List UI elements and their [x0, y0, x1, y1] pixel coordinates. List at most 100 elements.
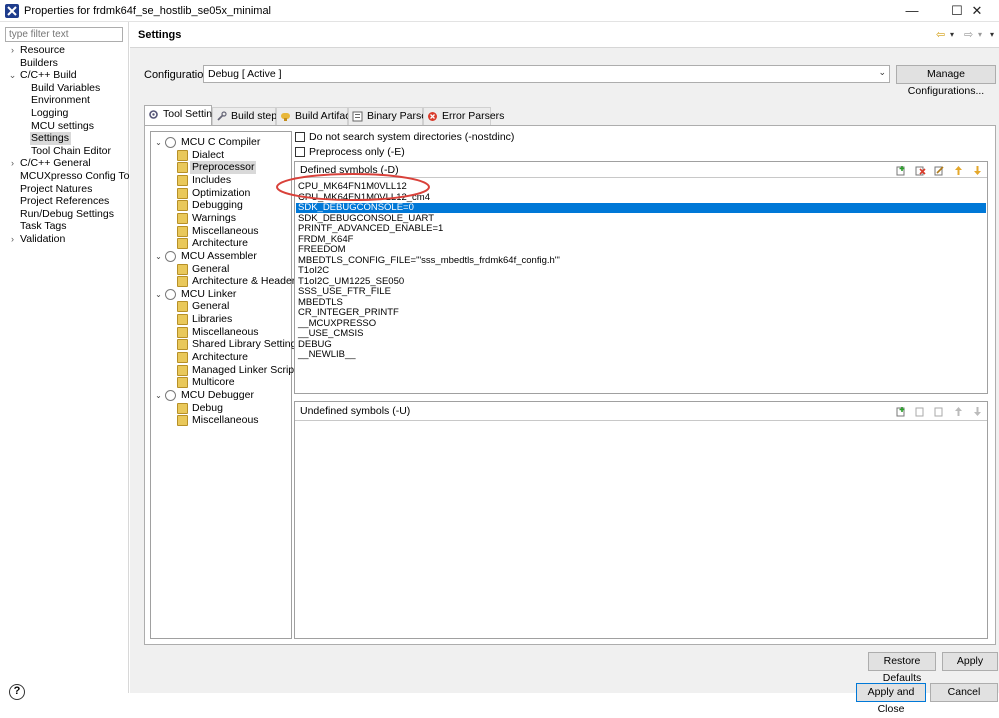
- symbol-item[interactable]: __USE_CMSIS: [296, 329, 986, 339]
- expanded-twisty-icon[interactable]: ⌄: [8, 69, 17, 82]
- symbol-item[interactable]: FRDM_K64F: [296, 235, 986, 245]
- tool-tree-item[interactable]: Miscellaneous: [190, 326, 261, 339]
- window-title: Properties for frdmk64f_se_hostlib_se05x…: [24, 5, 272, 17]
- preprocess-only-checkbox[interactable]: [295, 147, 305, 157]
- tool-tree-item[interactable]: MCU Linker: [179, 288, 238, 301]
- nav-item[interactable]: Project References: [19, 195, 111, 208]
- symbol-item[interactable]: CR_INTEGER_PRINTF: [296, 308, 986, 318]
- symbol-item[interactable]: PRINTF_ADVANCED_ENABLE=1: [296, 224, 986, 234]
- nostdinc-checkbox[interactable]: [295, 132, 305, 142]
- symbol-item[interactable]: __MCUXPRESSO: [296, 319, 986, 329]
- tab-binary-parsers[interactable]: Binary Parsers: [348, 107, 436, 125]
- tool-tree-item[interactable]: Architecture: [190, 237, 250, 250]
- tab-tool-settings[interactable]: Tool Settings: [144, 105, 223, 126]
- nav-item[interactable]: C/C++ General: [19, 157, 93, 170]
- tool-tree-item[interactable]: Libraries: [190, 313, 234, 326]
- tool-tree-item[interactable]: Dialect: [190, 149, 226, 162]
- symbol-item[interactable]: SSS_USE_FTR_FILE: [296, 287, 986, 297]
- apply-button[interactable]: Apply: [942, 652, 998, 671]
- tab-build-steps[interactable]: Build steps: [212, 107, 282, 125]
- nav-item[interactable]: C/C++ Build: [19, 69, 79, 82]
- expanded-twisty-icon[interactable]: ⌄: [154, 250, 163, 263]
- tool-tree-item[interactable]: Architecture & Headers: [190, 275, 303, 288]
- tool-tree-item[interactable]: Debugging: [190, 199, 245, 212]
- expanded-twisty-icon[interactable]: ⌄: [154, 389, 163, 402]
- tool-tree: ⌄ MCU C Compiler Dialect Preprocessor Includ…: [150, 131, 302, 639]
- view-menu-icon[interactable]: ▾: [990, 30, 994, 39]
- symbol-item[interactable]: __NEWLIB__: [296, 350, 986, 360]
- edit-icon[interactable]: [934, 165, 945, 176]
- tool-tree-item[interactable]: Architecture: [190, 351, 250, 364]
- nav-item[interactable]: MCU settings: [30, 120, 96, 133]
- tab-error-parsers[interactable]: Error Parsers: [423, 107, 504, 125]
- back-menu-icon[interactable]: ▾: [950, 30, 954, 39]
- collapsed-twisty-icon[interactable]: ›: [8, 44, 17, 57]
- collapsed-twisty-icon[interactable]: ›: [8, 157, 17, 170]
- nav-item[interactable]: Validation: [19, 233, 67, 246]
- move-up-icon[interactable]: [953, 406, 964, 417]
- symbol-item[interactable]: DEBUG: [296, 340, 986, 350]
- nav-item[interactable]: Run/Debug Settings: [19, 208, 116, 221]
- nav-item[interactable]: Environment: [30, 94, 92, 107]
- nav-item[interactable]: Resource: [19, 44, 67, 57]
- tool-tree-item[interactable]: MCU Assembler: [179, 250, 259, 263]
- collapsed-twisty-icon[interactable]: ›: [8, 233, 17, 246]
- restore-defaults-button[interactable]: Restore Defaults: [868, 652, 936, 684]
- forward-menu-icon[interactable]: ▾: [978, 30, 982, 39]
- folder-icon: [177, 339, 188, 351]
- tab-build-artifact[interactable]: Build Artifact: [276, 107, 353, 125]
- symbol-item[interactable]: MBEDTLS_CONFIG_FILE='"sss_mbedtls_frdmk6…: [296, 256, 986, 266]
- settings-header: Settings ⇦ ▾ ⇨ ▾ ▾: [130, 22, 999, 48]
- add-icon[interactable]: [896, 165, 907, 176]
- edit-icon[interactable]: [934, 406, 945, 417]
- symbol-item[interactable]: SDK_DEBUGCONSOLE=0: [296, 203, 986, 213]
- tool-tree-item[interactable]: Includes: [190, 174, 233, 187]
- tool-tree-item[interactable]: Miscellaneous: [190, 225, 261, 238]
- minimize-button[interactable]: —: [890, 0, 934, 22]
- nav-item[interactable]: Settings: [30, 132, 71, 146]
- tool-tree-item[interactable]: MCU Debugger: [179, 389, 256, 402]
- symbol-item[interactable]: SDK_DEBUGCONSOLE_UART: [296, 214, 986, 224]
- undefined-symbols-list[interactable]: Undefined symbols (-U): [294, 401, 988, 639]
- tool-tree-item[interactable]: Warnings: [190, 212, 238, 225]
- delete-icon[interactable]: [915, 406, 926, 417]
- defined-symbols-list[interactable]: Defined symbols (-D) CPU_MK64FN1M0VLL12 C…: [276, 161, 988, 394]
- nav-item[interactable]: MCUXpresso Config Tools: [19, 170, 145, 183]
- nav-item[interactable]: Task Tags: [19, 220, 69, 233]
- move-down-icon[interactable]: [972, 406, 983, 417]
- tool-tree-item[interactable]: Multicore: [190, 376, 237, 389]
- tool-tree-item[interactable]: General: [190, 263, 231, 276]
- nav-item[interactable]: Builders: [19, 57, 60, 70]
- configuration-select[interactable]: Debug [ Active ] ⌄: [203, 65, 890, 83]
- tool-tree-item[interactable]: Miscellaneous: [190, 414, 261, 427]
- expanded-twisty-icon[interactable]: ⌄: [154, 288, 163, 301]
- delete-icon[interactable]: [915, 165, 926, 176]
- tool-tree-item[interactable]: Debug: [190, 402, 225, 415]
- tool-tree-item[interactable]: Preprocessor: [190, 161, 257, 175]
- close-button[interactable]: ✕: [955, 0, 999, 22]
- tool-tree-item[interactable]: Managed Linker Script: [190, 364, 299, 377]
- filter-input[interactable]: [5, 27, 123, 42]
- tool-tree-item[interactable]: Optimization: [190, 187, 252, 200]
- symbol-item[interactable]: MBEDTLS: [296, 298, 986, 308]
- move-up-icon[interactable]: [953, 165, 964, 176]
- tool-tree-item[interactable]: General: [190, 300, 231, 313]
- tool-tree-item[interactable]: Shared Library Settings: [190, 338, 304, 351]
- back-arrow-icon[interactable]: ⇦: [936, 28, 945, 41]
- nav-item[interactable]: Logging: [30, 107, 70, 120]
- symbol-item[interactable]: T1oI2C: [296, 266, 986, 276]
- move-down-icon[interactable]: [972, 165, 983, 176]
- forward-arrow-icon[interactable]: ⇨: [964, 28, 973, 41]
- nav-item[interactable]: Project Natures: [19, 183, 94, 196]
- folder-icon: [177, 402, 188, 414]
- expanded-twisty-icon[interactable]: ⌄: [154, 136, 163, 149]
- symbol-item[interactable]: T1oI2C_UM1225_SE050: [296, 277, 986, 287]
- tool-tree-item[interactable]: MCU C Compiler: [179, 136, 262, 149]
- folder-icon: [177, 314, 188, 326]
- nav-item[interactable]: Build Variables: [30, 82, 102, 95]
- help-icon[interactable]: ?: [9, 684, 25, 700]
- manage-configurations-button[interactable]: Manage Configurations...: [896, 65, 996, 97]
- add-icon[interactable]: [896, 406, 907, 417]
- symbol-item[interactable]: FREEDOM: [296, 245, 986, 255]
- nav-item[interactable]: Tool Chain Editor: [30, 145, 113, 158]
